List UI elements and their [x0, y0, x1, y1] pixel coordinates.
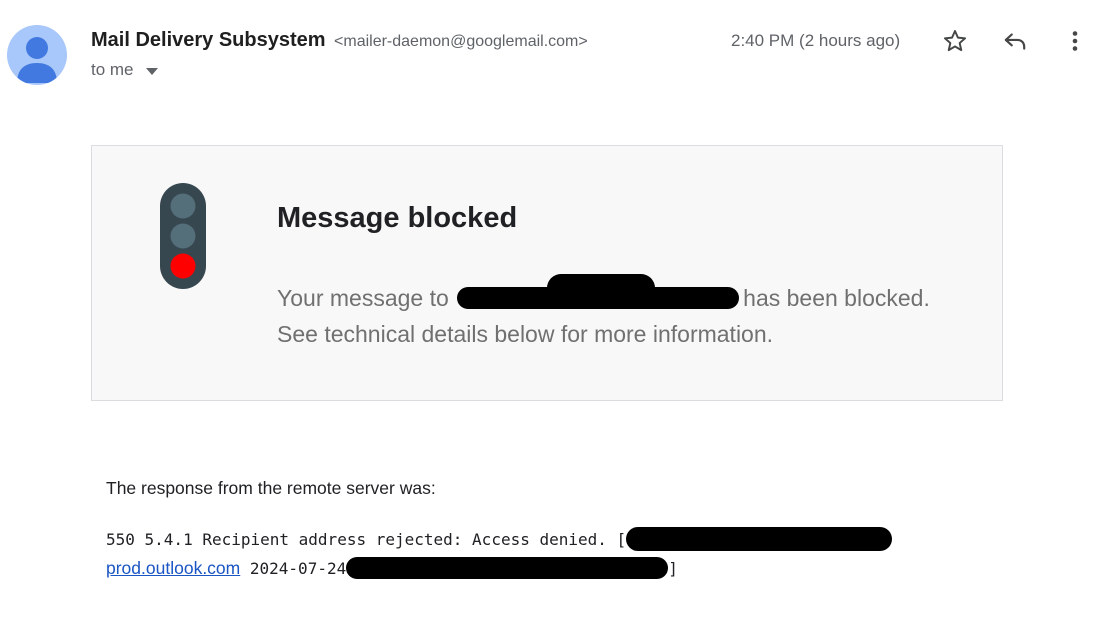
body-prefix: Your message to: [277, 285, 449, 311]
redacted-recipient: [457, 273, 740, 309]
redacted-server: [626, 527, 893, 551]
sender-line: Mail Delivery Subsystem <mailer-daemon@g…: [91, 27, 588, 55]
response-code-line-1: 550 5.4.1 Recipient address rejected: Ac…: [106, 530, 627, 549]
card-title: Message blocked: [277, 202, 518, 234]
sender-avatar[interactable]: [7, 25, 67, 85]
response-code: 550 5.4.1 Recipient address rejected: Ac…: [106, 525, 986, 583]
recipients-toggle[interactable]: to me: [91, 58, 159, 83]
response-date: 2024-07-24: [249, 559, 347, 578]
caret-down-icon: [146, 59, 159, 83]
body-suffix: has been blocked.: [743, 285, 930, 311]
sender-name[interactable]: Mail Delivery Subsystem: [91, 29, 326, 51]
card-body: Your message to has been blocked. See te…: [277, 273, 977, 352]
more-vert-icon[interactable]: [1061, 27, 1089, 55]
redacted-details: [346, 557, 669, 579]
reply-icon[interactable]: [1001, 27, 1029, 55]
person-icon: [17, 37, 57, 83]
blocked-message-card: Message blocked Your message to has been…: [91, 145, 1003, 401]
body-line-2: See technical details below for more inf…: [277, 321, 774, 347]
traffic-light-icon: [160, 183, 206, 289]
response-close-bracket: ]: [668, 559, 678, 578]
response-heading: The response from the remote server was:: [106, 478, 436, 498]
to-label: to me: [91, 60, 134, 79]
server-link[interactable]: prod.outlook.com: [106, 558, 240, 578]
star-icon[interactable]: [941, 27, 969, 55]
message-timestamp: 2:40 PM (2 hours ago): [731, 31, 901, 50]
sender-email: <mailer-daemon@googlemail.com>: [334, 33, 588, 50]
